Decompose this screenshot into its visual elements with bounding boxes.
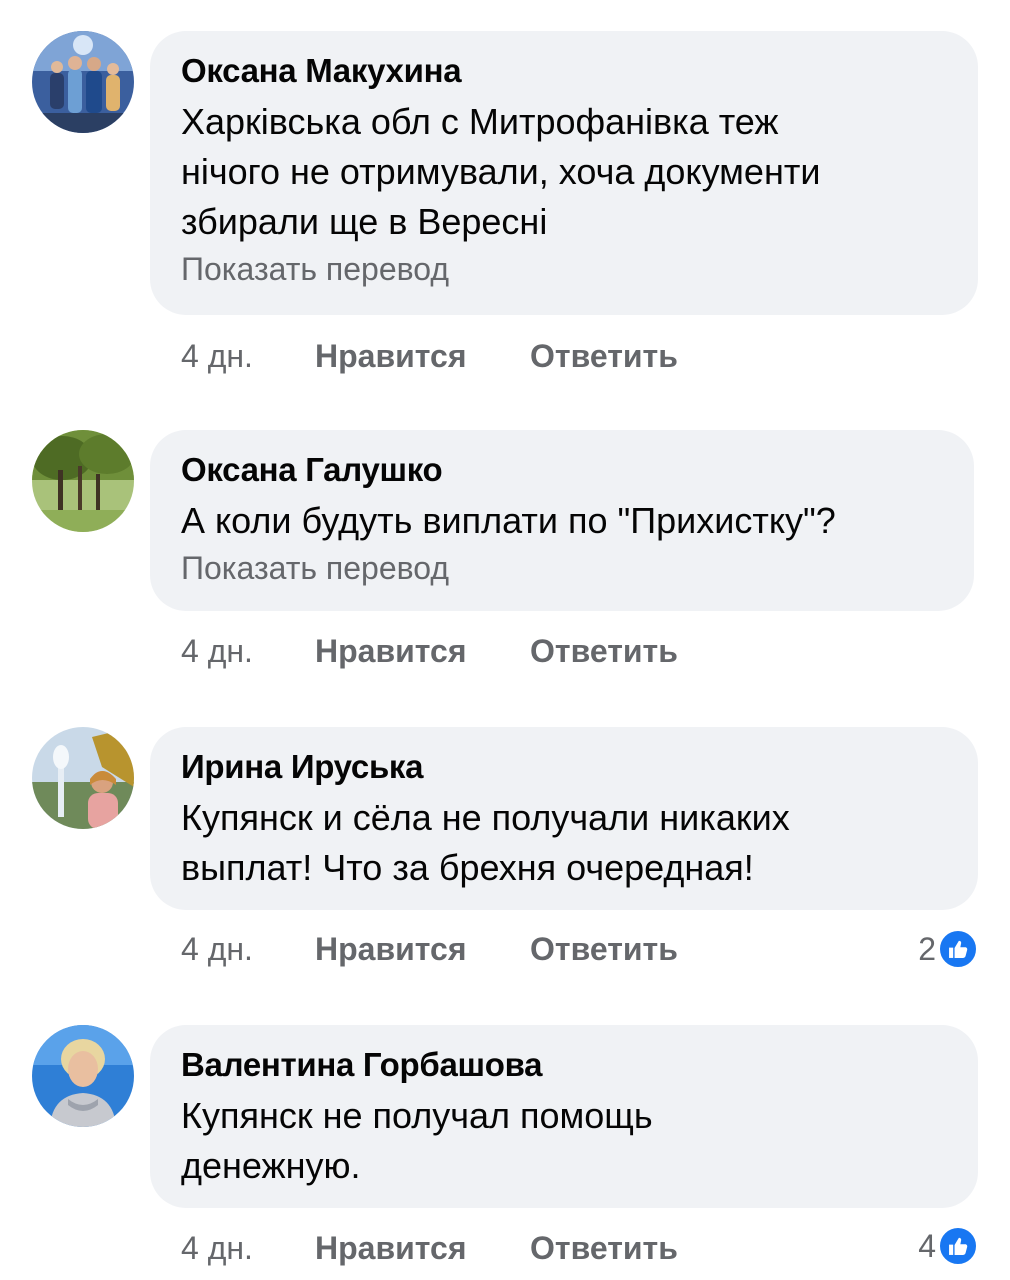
comment-timestamp[interactable]: 4 дн.: [181, 927, 315, 971]
comment-bubble: Валентина Горбашова Купянск не получал п…: [150, 1025, 978, 1208]
comment-timestamp[interactable]: 4 дн.: [181, 1226, 315, 1270]
comment-bubble: Оксана Макухина Харківська обл с Митрофа…: [150, 31, 978, 315]
comment-text: Купянск не получал помощь денежную.: [181, 1095, 653, 1186]
comment-author[interactable]: Оксана Галушко: [181, 450, 944, 490]
comment-author[interactable]: Ирина Ируська: [181, 747, 948, 787]
comment-bubble: Оксана Галушко А коли будуть виплати по …: [150, 430, 974, 611]
like-button[interactable]: Нравится: [315, 334, 530, 378]
woman-fountain-avatar[interactable]: [32, 727, 134, 829]
comment-author[interactable]: Валентина Горбашова: [181, 1045, 948, 1085]
comment-actions: 4 дн. Нравится Ответить: [181, 927, 678, 971]
comment-text: Купянск и сёла не получали никаких выпла…: [181, 797, 790, 888]
comment-text: А коли будуть виплати по "Прихистку"?: [181, 500, 836, 541]
comment-actions: 4 дн. Нравится Ответить: [181, 1226, 678, 1270]
comment-actions: 4 дн. Нравится Ответить: [181, 629, 678, 673]
reply-button[interactable]: Ответить: [530, 629, 678, 673]
reply-button[interactable]: Ответить: [530, 927, 678, 971]
reaction-count: 2: [918, 930, 936, 967]
reaction-summary[interactable]: 2: [918, 927, 978, 971]
comment-timestamp[interactable]: 4 дн.: [181, 629, 315, 673]
like-icon: [938, 929, 978, 969]
comment-timestamp[interactable]: 4 дн.: [181, 334, 315, 378]
show-translation-link[interactable]: Показать перевод: [181, 548, 944, 588]
comment-author[interactable]: Оксана Макухина: [181, 51, 948, 91]
trees-landscape-avatar[interactable]: [32, 430, 134, 532]
like-button[interactable]: Нравится: [315, 1226, 530, 1270]
family-photo-avatar[interactable]: [32, 31, 134, 133]
reply-button[interactable]: Ответить: [530, 334, 678, 378]
reply-button[interactable]: Ответить: [530, 1226, 678, 1270]
comment-actions: 4 дн. Нравится Ответить: [181, 334, 678, 378]
comment-text: Харківська обл с Митрофанівка теж нічого…: [181, 101, 821, 242]
like-button[interactable]: Нравится: [315, 629, 530, 673]
woman-portrait-avatar[interactable]: [32, 1025, 134, 1127]
reaction-count: 4: [918, 1227, 936, 1264]
reaction-summary[interactable]: 4: [918, 1224, 978, 1268]
comment-bubble: Ирина Ируська Купянск и сёла не получали…: [150, 727, 978, 910]
show-translation-link[interactable]: Показать перевод: [181, 249, 948, 289]
like-icon: [938, 1226, 978, 1266]
like-button[interactable]: Нравится: [315, 927, 530, 971]
